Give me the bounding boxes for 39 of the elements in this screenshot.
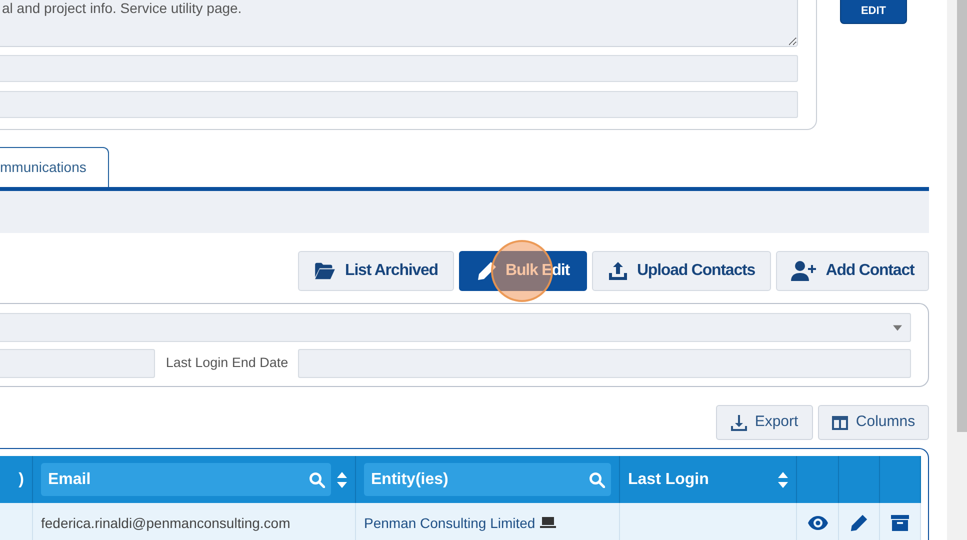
select-field[interactable]	[0, 313, 911, 342]
pencil-icon[interactable]	[850, 514, 868, 532]
download-icon	[730, 414, 747, 430]
eye-icon[interactable]	[808, 516, 828, 530]
action-button[interactable]: List Archived	[298, 251, 454, 291]
sort-icon	[778, 472, 788, 488]
column-header: )	[0, 456, 33, 503]
entity-link[interactable]: Penman Consulting Limited	[364, 512, 536, 534]
tool-button[interactable]: Columns	[818, 405, 929, 440]
date-field[interactable]	[298, 349, 911, 378]
action-button[interactable]: Upload Contacts	[592, 251, 771, 291]
archive-icon[interactable]	[891, 515, 909, 531]
upload-icon	[608, 261, 628, 281]
user-plus-icon	[790, 261, 817, 281]
description-field[interactable]: al and project info. Service utility page.	[0, 0, 798, 47]
tool-button[interactable]: Export	[716, 405, 813, 440]
column-header	[839, 456, 880, 503]
laptop-icon	[540, 517, 556, 529]
column-header	[797, 456, 839, 503]
table-cell: federica.rinaldi@penmanconsulting.com	[33, 503, 356, 540]
caret-icon	[893, 324, 902, 330]
date-field[interactable]	[0, 349, 155, 378]
search-icon	[309, 472, 325, 488]
scrollbar-thumb[interactable]	[957, 0, 967, 432]
action-button[interactable]: Add Contact	[776, 251, 929, 291]
field-label: Last Login End Date	[166, 354, 288, 372]
tab[interactable]: mmunications	[0, 147, 110, 187]
table-cell	[0, 503, 33, 540]
sort-icon	[337, 472, 347, 488]
column-header	[880, 456, 921, 503]
column-header[interactable]: Last Login	[620, 456, 797, 503]
columns-icon	[832, 416, 848, 430]
scrollbar[interactable]	[947, 0, 967, 540]
folder-icon	[314, 262, 336, 280]
text-field[interactable]	[0, 55, 798, 82]
pencil-icon	[476, 261, 497, 281]
edit-button[interactable]: EDIT	[840, 0, 907, 24]
text-field[interactable]	[0, 91, 798, 118]
search-icon	[589, 472, 605, 488]
